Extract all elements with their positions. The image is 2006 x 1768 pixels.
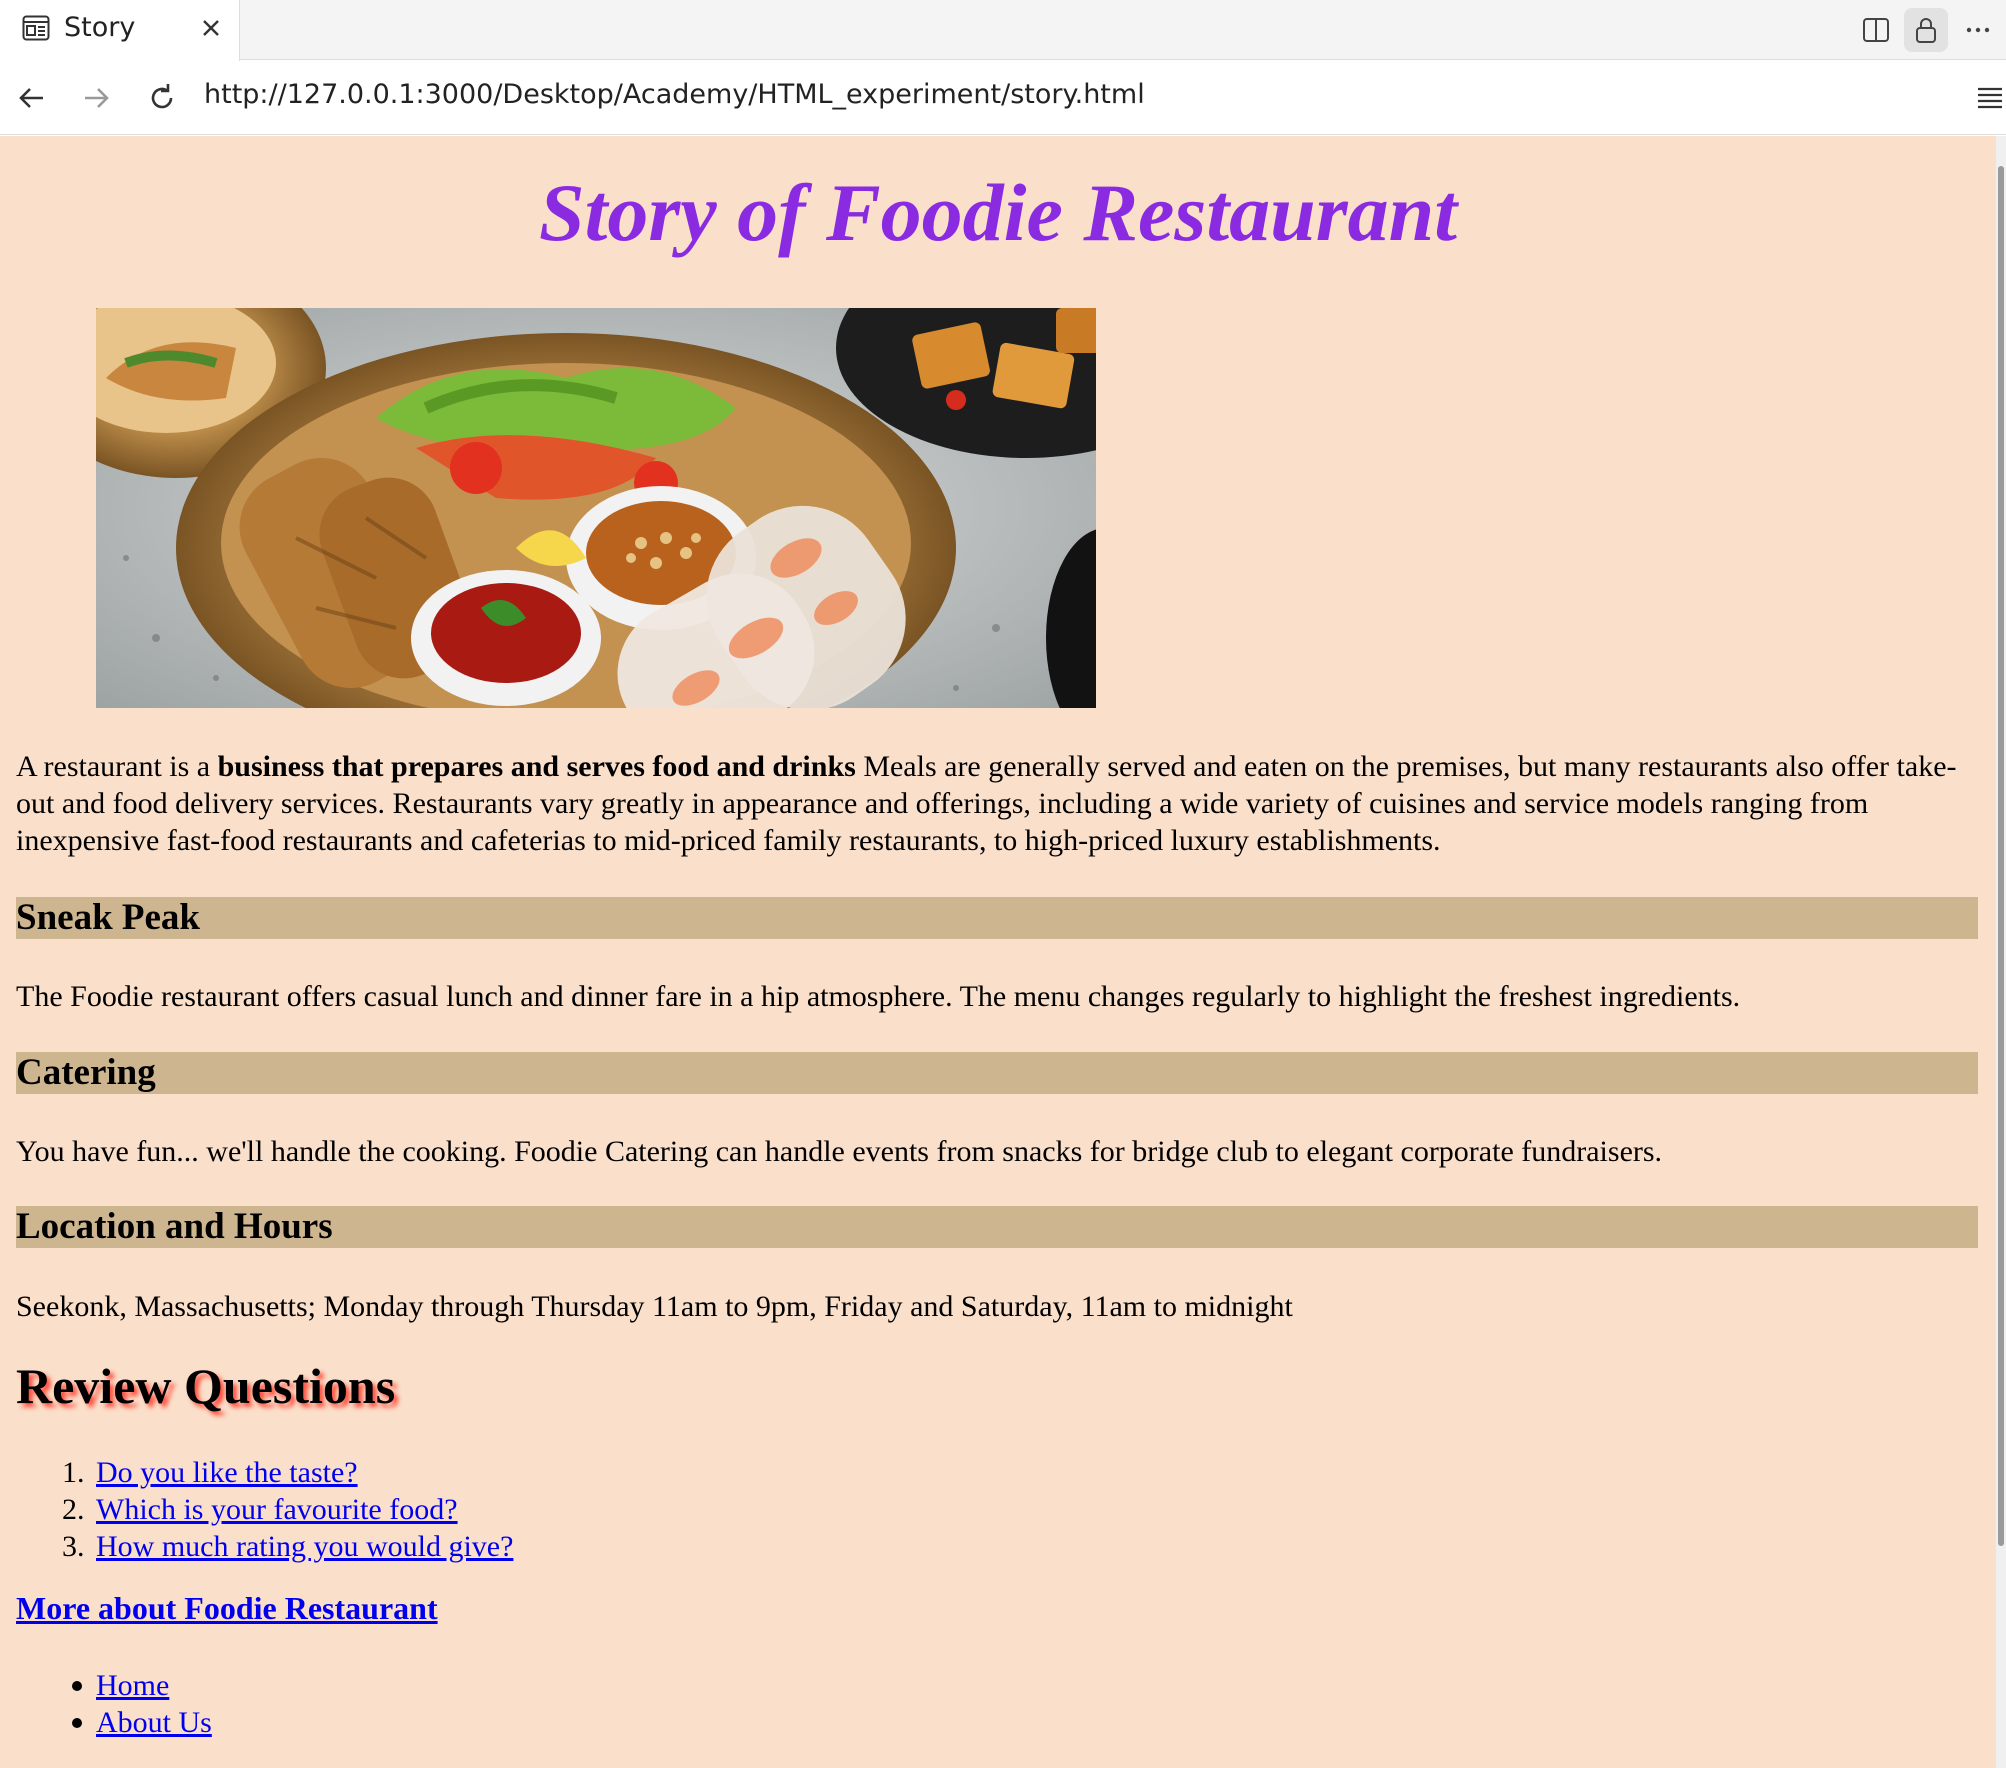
forward-arrow-icon[interactable]: [76, 78, 116, 118]
tab-title: Story: [64, 12, 136, 43]
reload-icon[interactable]: [142, 78, 182, 118]
hero-food-image: [96, 308, 1096, 708]
review-questions-list: 1. Do you like the taste? 2. Which is your…: [56, 1454, 513, 1565]
text-location-hours: Seekonk, Massachusetts; Monday through T…: [16, 1290, 1293, 1323]
list-item: 2. Which is your favourite food?: [56, 1491, 513, 1528]
heading-location-hours: Location and Hours: [16, 1206, 1978, 1248]
question-link-taste[interactable]: Do you like the taste?: [96, 1456, 358, 1489]
home-link[interactable]: Home: [96, 1669, 169, 1702]
tab-story[interactable]: Story: [0, 0, 240, 61]
page-viewport: Story of Foodie Restaurant A restaurant …: [0, 136, 1996, 1768]
split-view-button[interactable]: [1854, 8, 1898, 52]
question-link-favourite-food[interactable]: Which is your favourite food?: [96, 1493, 458, 1526]
address-bar[interactable]: http://127.0.0.1:3000/Desktop/Academy/HT…: [204, 79, 1145, 110]
tab-bar: Story: [0, 0, 2006, 61]
bullet-icon: [72, 1681, 82, 1691]
scrollbar-thumb[interactable]: [1998, 166, 2004, 1546]
reader-mode-icon[interactable]: [1972, 81, 2006, 115]
list-number: 2.: [62, 1493, 85, 1526]
list-item: About Us: [56, 1704, 212, 1741]
page-title: Story of Foodie Restaurant: [538, 167, 1458, 258]
list-item: 3. How much rating you would give?: [56, 1528, 513, 1565]
heading-sneak-peak: Sneak Peak: [16, 897, 1978, 939]
list-item: 1. Do you like the taste?: [56, 1454, 513, 1491]
intro-bold: business that prepares and serves food a…: [217, 750, 856, 783]
page-icon: [22, 15, 50, 41]
lock-icon: [1916, 18, 1936, 43]
nav-links-list: Home About Us: [56, 1667, 212, 1741]
more-button[interactable]: [1956, 8, 2000, 52]
scrollbar[interactable]: [1996, 136, 2006, 1768]
bullet-icon: [72, 1718, 82, 1728]
lock-button[interactable]: [1904, 8, 1948, 52]
about-us-link[interactable]: About Us: [96, 1706, 212, 1739]
back-arrow-icon[interactable]: [12, 78, 52, 118]
list-number: 1.: [62, 1456, 85, 1489]
close-icon[interactable]: [196, 13, 226, 43]
heading-catering: Catering: [16, 1052, 1978, 1094]
split-view-icon: [1863, 18, 1889, 42]
list-item: Home: [56, 1667, 212, 1704]
question-link-rating[interactable]: How much rating you would give?: [96, 1530, 513, 1563]
text-sneak-peak: The Foodie restaurant offers casual lunc…: [16, 980, 1741, 1013]
more-icon: [1966, 27, 1990, 33]
intro-prefix: A restaurant is a: [16, 750, 218, 783]
navigation-bar: http://127.0.0.1:3000/Desktop/Academy/HT…: [0, 61, 2006, 135]
list-number: 3.: [62, 1530, 85, 1563]
review-questions-title: Review Questions: [16, 1358, 396, 1414]
more-about-link[interactable]: More about Foodie Restaurant: [16, 1590, 438, 1627]
text-catering: You have fun... we'll handle the cooking…: [16, 1135, 1663, 1168]
intro-paragraph: A restaurant is a business that prepares…: [16, 748, 1982, 859]
